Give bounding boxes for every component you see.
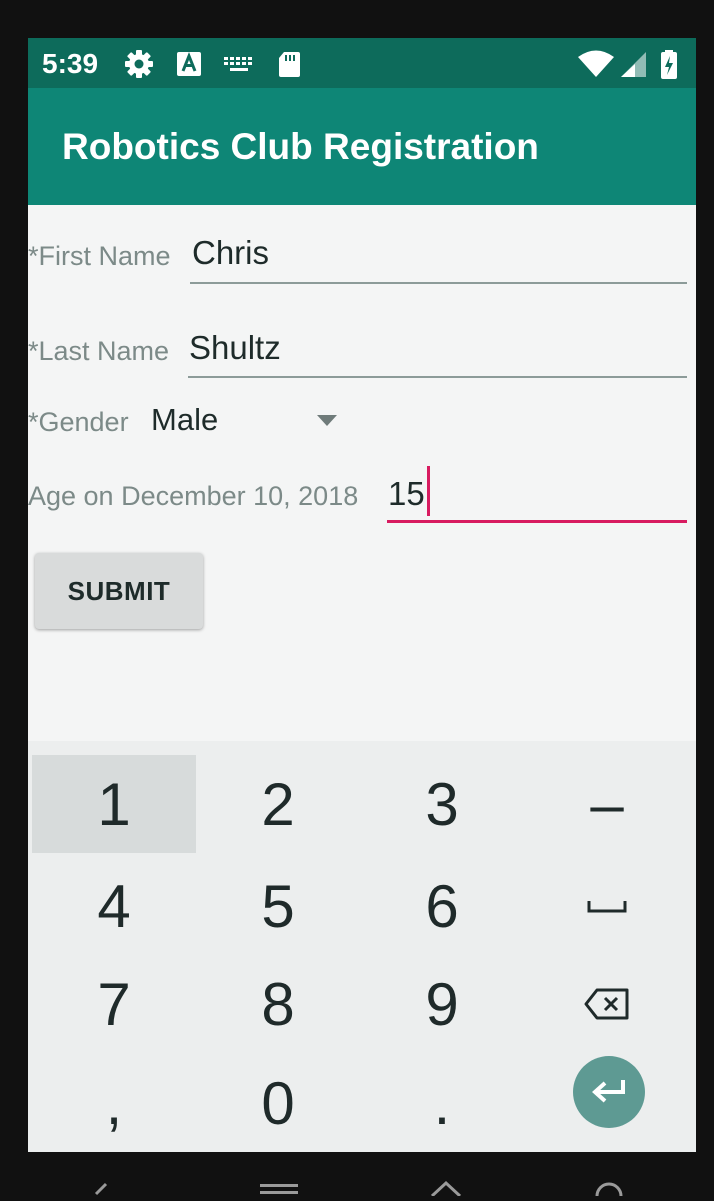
- app-title: Robotics Club Registration: [62, 126, 539, 167]
- key-comma[interactable]: ,: [32, 1054, 196, 1152]
- key-4[interactable]: 4: [32, 857, 196, 955]
- key-6[interactable]: 6: [360, 857, 524, 955]
- key-8[interactable]: 8: [196, 955, 360, 1053]
- home-icon[interactable]: [428, 1180, 464, 1201]
- app-bar: Robotics Club Registration: [28, 88, 696, 205]
- phone-screen: 5:39 Robotics Club Registration *First N…: [28, 38, 696, 1152]
- last-name-field[interactable]: Shultz: [189, 329, 281, 367]
- gear-icon: [124, 50, 154, 78]
- key-1[interactable]: 1: [32, 755, 196, 853]
- key-space[interactable]: [525, 857, 689, 955]
- key-0[interactable]: 0: [196, 1054, 360, 1152]
- enter-key[interactable]: [573, 1056, 645, 1128]
- navigation-bar: [0, 1152, 714, 1198]
- key-7[interactable]: 7: [32, 955, 196, 1053]
- wifi-icon: [578, 50, 614, 78]
- key-backspace[interactable]: [525, 955, 689, 1053]
- status-time: 5:39: [42, 48, 99, 79]
- space-icon: [587, 899, 627, 913]
- first-name-underline: [190, 282, 687, 284]
- key-period[interactable]: .: [360, 1054, 524, 1152]
- keyboard-icon: [222, 50, 256, 78]
- age-label: Age on December 10, 2018: [28, 481, 359, 511]
- back-icon[interactable]: [88, 1182, 112, 1201]
- status-bar: 5:39: [28, 38, 696, 88]
- text-cursor: [427, 466, 430, 516]
- key-minus[interactable]: –: [525, 755, 689, 853]
- gender-value: Male: [151, 402, 219, 437]
- numeric-keyboard: 1 2 3 – 4 5 6 7 8 9 , 0 .: [28, 741, 696, 1152]
- age-field[interactable]: 15: [388, 475, 425, 513]
- submit-button[interactable]: SUBMIT: [35, 553, 203, 629]
- key-9[interactable]: 9: [360, 955, 524, 1053]
- text-a-icon: [176, 50, 206, 78]
- backspace-icon: [583, 987, 631, 1021]
- sd-card-icon: [276, 50, 306, 78]
- menu-icon[interactable]: [260, 1182, 298, 1201]
- last-name-underline: [188, 376, 687, 378]
- last-name-label: *Last Name: [28, 336, 170, 366]
- age-underline: [387, 520, 687, 523]
- gender-spinner[interactable]: Male: [146, 396, 346, 448]
- signal-icon: [618, 50, 648, 78]
- search-icon[interactable]: [594, 1180, 624, 1201]
- first-name-label: *First Name: [28, 241, 171, 271]
- battery-charging-icon: [658, 50, 680, 79]
- first-name-field[interactable]: Chris: [192, 234, 269, 272]
- chevron-down-icon: [317, 414, 337, 432]
- key-3[interactable]: 3: [360, 755, 524, 853]
- key-5[interactable]: 5: [196, 857, 360, 955]
- enter-icon: [589, 1076, 629, 1109]
- gender-label: *Gender: [28, 407, 129, 437]
- key-2[interactable]: 2: [196, 755, 360, 853]
